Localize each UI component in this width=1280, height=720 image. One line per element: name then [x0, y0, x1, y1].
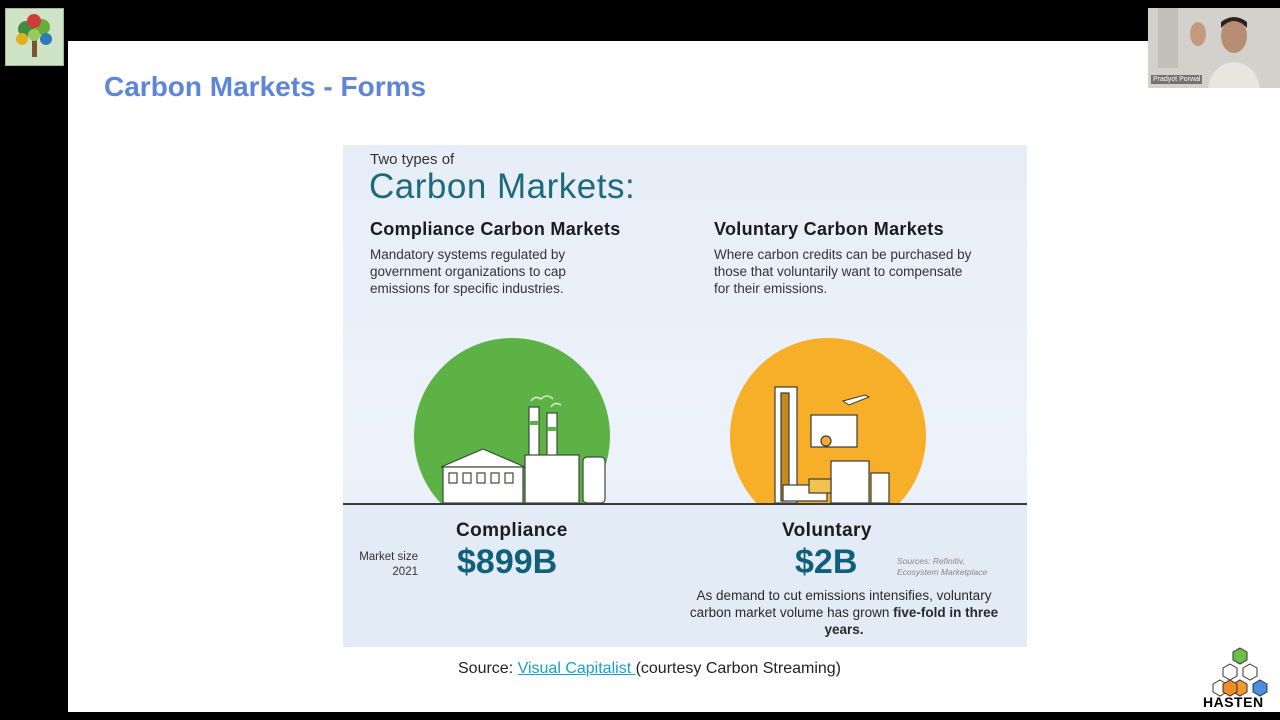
compliance-heading: Compliance Carbon Markets [370, 219, 621, 239]
market-size-year: 2021 [392, 566, 418, 578]
tree-logo-icon [5, 8, 64, 66]
participant-video[interactable]: Pradyot Porwal [1148, 8, 1280, 88]
presentation-slide: Carbon Markets - Forms Two types of Carb… [68, 41, 1280, 712]
growth-note: As demand to cut emissions intensifies, … [689, 587, 999, 638]
sources-line-2: Ecosystem Marketplace [897, 567, 988, 577]
slide-title: Carbon Markets - Forms [104, 71, 427, 102]
participant-name: Pradyot Porwal [1151, 75, 1203, 84]
sources-note: Sources: Refinitiv, Ecosystem Marketplac… [897, 556, 987, 578]
source-line: Source: Visual Capitalist (courtesy Carb… [458, 660, 841, 678]
compliance-description: Mandatory systems regulated by governmen… [370, 247, 566, 296]
compliance-value: $899B [457, 543, 558, 581]
source-suffix: (courtesy Carbon Streaming) [635, 660, 841, 677]
voluntary-label: Voluntary [782, 520, 872, 541]
intro-heading: Carbon Markets: [369, 167, 636, 206]
voluntary-heading: Voluntary Carbon Markets [714, 219, 944, 239]
compliance-label: Compliance [456, 520, 568, 541]
market-size-caption: Market size 2021 [354, 550, 418, 580]
voluntary-description: Where carbon credits can be purchased by… [714, 247, 972, 296]
source-prefix: Source: [458, 660, 518, 677]
intro-small-text: Two types of [370, 151, 455, 168]
voluntary-value: $2B [795, 543, 858, 581]
factory-illustration-icon [440, 395, 606, 504]
hasten-brand-name: HASTEN [1203, 694, 1264, 710]
market-size-label: Market size [359, 551, 418, 563]
sources-line-1: Sources: Refinitiv, [897, 556, 965, 566]
carbon-markets-infographic: Two types of Carbon Markets: Compliance … [343, 145, 1027, 647]
visual-capitalist-link[interactable]: Visual Capitalist [518, 660, 636, 677]
city-illustration-icon [774, 386, 890, 504]
